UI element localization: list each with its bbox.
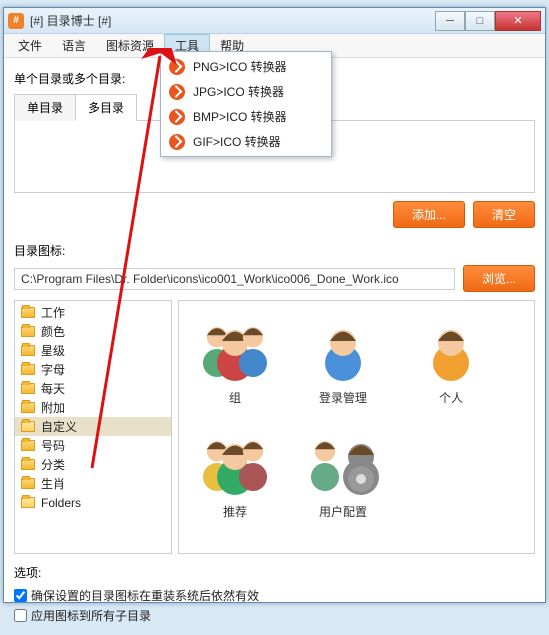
tree-item[interactable]: 生肖 [15,474,171,493]
dropdown-item-label: JPG>ICO 转换器 [193,83,284,100]
dropdown-item[interactable]: GIF>ICO 转换器 [163,129,329,154]
tree-item-label: 号码 [41,437,65,454]
tree-item[interactable]: 每天 [15,379,171,398]
icon-grid-item[interactable]: 组 [185,311,285,421]
tree-item-label: 字母 [41,361,65,378]
tools-dropdown: PNG>ICO 转换器 JPG>ICO 转换器 BMP>ICO 转换器 GIF>ICO… [160,51,332,157]
dropdown-item-label: PNG>ICO 转换器 [193,58,287,75]
tree-item-label: 星级 [41,342,65,359]
dropdown-item-label: GIF>ICO 转换器 [193,133,281,150]
icon-grid[interactable]: 组 登录管理 个人推荐 用户配置 [178,300,535,554]
icon-grid-label: 个人 [439,389,463,406]
folder-icon [21,459,35,470]
icon-label: 目录图标: [14,242,535,259]
options-label: 选项: [14,564,535,581]
app-icon: # [8,13,24,29]
icon-grid-item[interactable]: 用户配置 [293,425,393,535]
icon-path-input[interactable] [14,268,455,290]
dropdown-item[interactable]: BMP>ICO 转换器 [163,104,329,129]
icon-grid-item[interactable]: 登录管理 [293,311,393,421]
tree-item[interactable]: 自定义 [15,417,171,436]
tree-item[interactable]: 星级 [15,341,171,360]
checkbox-persist-input[interactable] [14,589,27,602]
people-icon [307,425,379,497]
checkbox-persist[interactable]: 确保设置的目录图标在重装系统后依然有效 [14,587,535,604]
convert-icon [169,109,185,125]
tab-multi-dir[interactable]: 多目录 [75,94,137,121]
dropdown-item-label: BMP>ICO 转换器 [193,108,287,125]
people-icon [307,311,379,383]
maximize-button[interactable]: □ [465,11,495,31]
tree-item-label: 自定义 [41,418,77,435]
dropdown-item[interactable]: PNG>ICO 转换器 [163,54,329,79]
checkbox-persist-label: 确保设置的目录图标在重装系统后依然有效 [31,587,259,604]
folder-icon [21,364,35,375]
folder-icon [21,307,35,318]
icon-grid-label: 组 [229,389,241,406]
add-button[interactable]: 添加... [393,201,465,228]
tree-item-label: 生肖 [41,475,65,492]
tree-item[interactable]: 附加 [15,398,171,417]
icon-grid-label: 用户配置 [319,503,367,520]
folder-icon [21,383,35,394]
tree-item[interactable]: Folders [15,493,171,512]
icon-grid-label: 登录管理 [319,389,367,406]
tree-item-label: 分类 [41,456,65,473]
tree-item-label: 工作 [41,304,65,321]
close-button[interactable]: ✕ [495,11,541,31]
folder-icon [21,497,35,508]
people-icon [199,311,271,383]
tree-item[interactable]: 分类 [15,455,171,474]
tree-item-label: 附加 [41,399,65,416]
convert-icon [169,84,185,100]
icon-grid-item[interactable]: 推荐 [185,425,285,535]
folder-icon [21,345,35,356]
tab-single-dir[interactable]: 单目录 [14,94,76,121]
folder-icon [21,421,35,432]
category-tree[interactable]: 工作颜色星级字母每天附加自定义号码分类生肖 Folders [14,300,172,554]
tree-item-label: Folders [41,496,81,510]
tree-item-label: 每天 [41,380,65,397]
options-section: 选项: 确保设置的目录图标在重装系统后依然有效 应用图标到所有子目录 [14,564,535,624]
folder-icon [21,402,35,413]
path-row: 浏览... [14,265,535,292]
folder-icon [21,478,35,489]
checkbox-subdirs-input[interactable] [14,609,27,622]
folder-icon [21,326,35,337]
tree-item[interactable]: 颜色 [15,322,171,341]
tree-item[interactable]: 字母 [15,360,171,379]
people-icon [415,311,487,383]
checkbox-subdirs-label: 应用图标到所有子目录 [31,607,151,624]
convert-icon [169,59,185,75]
icon-grid-item[interactable]: 个人 [401,311,501,421]
folder-icon [21,440,35,451]
checkbox-subdirs[interactable]: 应用图标到所有子目录 [14,607,535,624]
icon-grid-label: 推荐 [223,503,247,520]
minimize-button[interactable]: ─ [435,11,465,31]
clear-button[interactable]: 清空 [473,201,535,228]
people-icon [199,425,271,497]
menu-language[interactable]: 语言 [52,34,96,57]
menu-file[interactable]: 文件 [8,34,52,57]
main-split: 工作颜色星级字母每天附加自定义号码分类生肖 Folders 组 登录管理 个人推荐 用户… [14,300,535,554]
browse-button[interactable]: 浏览... [463,265,535,292]
dropdown-item[interactable]: JPG>ICO 转换器 [163,79,329,104]
tree-item[interactable]: 号码 [15,436,171,455]
window-title: [#] 目录博士 [#] [30,12,435,29]
convert-icon [169,134,185,150]
tree-item-label: 颜色 [41,323,65,340]
dir-buttons: 添加... 清空 [14,201,535,228]
menu-icon-resources[interactable]: 图标资源 [96,34,164,57]
titlebar: # [#] 目录博士 [#] ─ □ ✕ [4,8,545,34]
window-controls: ─ □ ✕ [435,11,541,31]
tree-item[interactable]: 工作 [15,303,171,322]
